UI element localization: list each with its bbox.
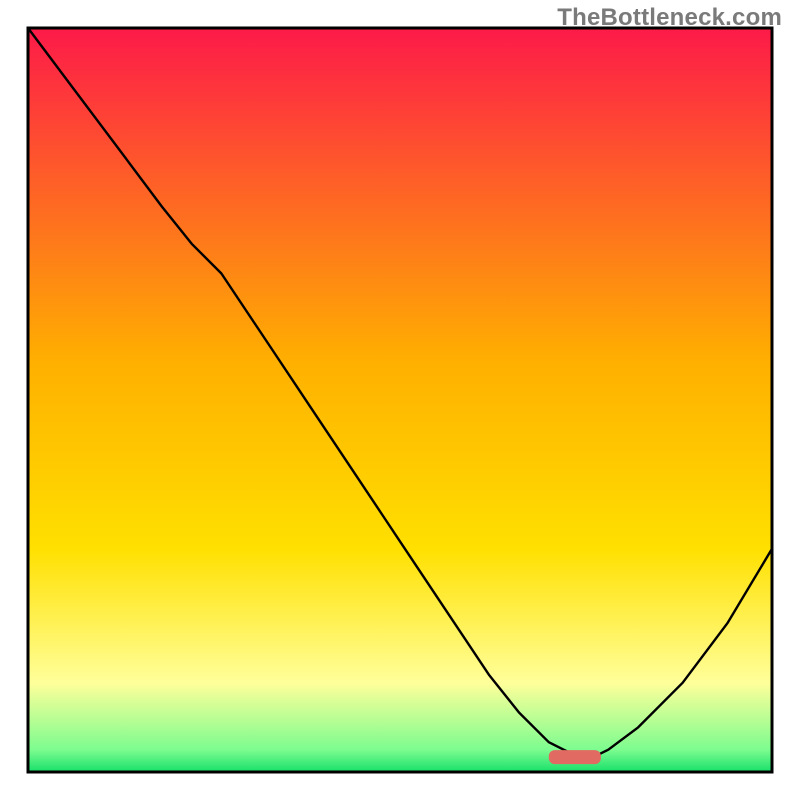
bottleneck-chart [0,0,800,800]
plot-background [28,28,772,772]
chart-container: TheBottleneck.com [0,0,800,800]
optimum-marker [549,750,601,764]
watermark-text: TheBottleneck.com [557,4,782,32]
